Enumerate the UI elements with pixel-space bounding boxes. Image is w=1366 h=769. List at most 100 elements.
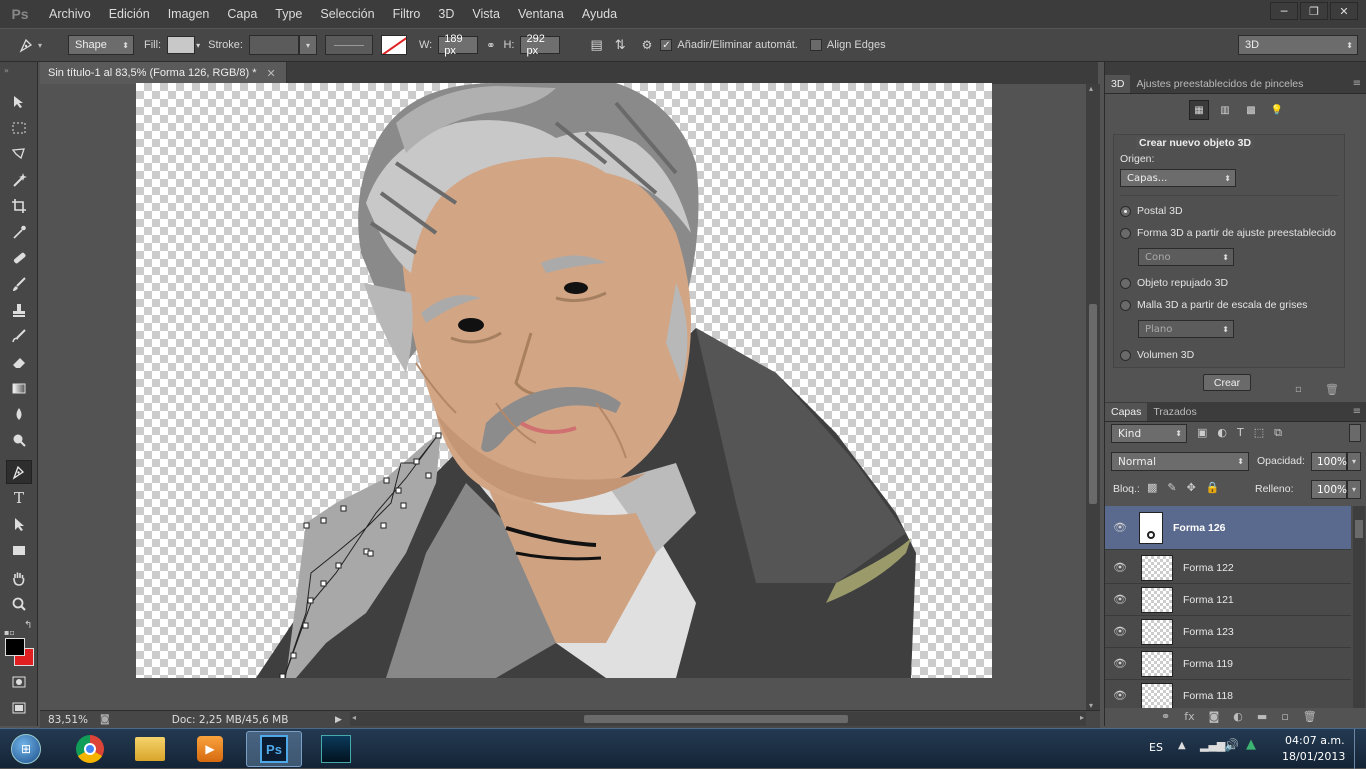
status-arrow-icon[interactable]: ▶ xyxy=(335,715,342,725)
image-filter-icon[interactable]: ▣ xyxy=(1197,426,1207,440)
visibility-eye-icon[interactable]: 👁 xyxy=(1105,689,1135,702)
pen-tool-icon[interactable] xyxy=(6,460,32,484)
volume-icon[interactable]: 🔊 xyxy=(1224,738,1239,752)
menu-filtro[interactable]: Filtro xyxy=(384,7,430,21)
scroll-up-icon[interactable]: ▴ xyxy=(1089,84,1093,93)
path-arrange-icon[interactable]: ⇅ xyxy=(615,37,626,53)
file-explorer-icon[interactable] xyxy=(122,731,178,767)
show-hidden-icons-icon[interactable]: ▲ xyxy=(1178,740,1186,751)
adjustment-filter-icon[interactable]: ◐ xyxy=(1217,426,1227,440)
menu-3d[interactable]: 3D xyxy=(429,7,463,21)
layer-row[interactable]: 👁 Forma 123 xyxy=(1105,616,1351,648)
menu-seleccion[interactable]: Selección xyxy=(311,7,383,21)
new-group-icon[interactable]: ▬ xyxy=(1257,710,1267,723)
horizontal-scroll-thumb[interactable] xyxy=(584,715,848,723)
clock-date[interactable]: 18/01/2013 xyxy=(1282,750,1345,763)
stroke-dropdown[interactable]: ▾ xyxy=(298,35,317,55)
scroll-left-icon[interactable]: ◂ xyxy=(352,713,356,722)
visibility-eye-icon[interactable]: 👁 xyxy=(1105,593,1135,606)
menu-edicion[interactable]: Edición xyxy=(100,7,159,21)
layers-scroll-thumb[interactable] xyxy=(1355,520,1363,538)
radio-button[interactable] xyxy=(1120,349,1131,361)
menu-archivo[interactable]: Archivo xyxy=(40,7,100,21)
visibility-eye-icon[interactable]: 👁 xyxy=(1105,561,1135,574)
adjustment-layer-icon[interactable]: ◐ xyxy=(1233,710,1243,723)
path-selection-tool-icon[interactable] xyxy=(6,512,32,536)
dodge-tool-icon[interactable] xyxy=(6,428,32,452)
vertical-scrollbar[interactable]: ▴ ▾ xyxy=(1086,84,1100,710)
link-icon[interactable]: ⚭ xyxy=(486,39,495,52)
radio-button[interactable] xyxy=(1120,227,1131,239)
layer-row[interactable]: 👁 Forma 126 xyxy=(1105,506,1351,550)
option-preset-shape[interactable]: Forma 3D a partir de ajuste preestableci… xyxy=(1120,227,1336,239)
clone-stamp-tool-icon[interactable] xyxy=(6,298,32,322)
lock-transparency-icon[interactable]: ▩ xyxy=(1147,481,1157,494)
move-tool-icon[interactable] xyxy=(6,90,32,114)
minimize-icon[interactable]: ─ xyxy=(1270,2,1298,20)
visibility-eye-icon[interactable]: 👁 xyxy=(1105,521,1135,534)
collapse-icon[interactable]: » xyxy=(4,66,9,75)
close-tab-icon[interactable]: ✕ xyxy=(266,67,275,80)
smart-object-filter-icon[interactable]: ⧉ xyxy=(1274,426,1282,440)
shape-filter-icon[interactable]: ⬚ xyxy=(1254,426,1264,440)
photoshop-taskbar-icon[interactable]: Ps xyxy=(246,731,302,767)
align-edges-checkbox[interactable] xyxy=(809,39,822,51)
material-icon[interactable]: ▩ xyxy=(1241,100,1261,120)
height-input[interactable]: 292 px xyxy=(520,33,561,57)
tool-mode-select[interactable]: Shape ⬍ xyxy=(68,35,134,55)
fill-swatch[interactable] xyxy=(167,36,196,54)
workspace-select[interactable]: 3D ⬍ xyxy=(1238,35,1358,55)
hand-tool-icon[interactable] xyxy=(6,566,32,590)
visibility-eye-icon[interactable]: 👁 xyxy=(1105,657,1135,670)
horizontal-scrollbar[interactable]: ◂ ▸ xyxy=(350,712,1086,726)
chrome-icon[interactable] xyxy=(62,731,118,767)
fill-dropdown[interactable]: ▾ xyxy=(1347,480,1361,499)
status-menu-icon[interactable]: ◙ xyxy=(100,714,110,725)
blend-mode-select[interactable]: Normal ⬍ xyxy=(1111,452,1249,471)
path-operations-icon[interactable]: ▤ xyxy=(590,37,602,53)
document-tab[interactable]: Sin título-1 al 83,5% (Forma 126, RGB/8)… xyxy=(40,62,287,84)
layer-row[interactable]: 👁 Forma 118 xyxy=(1105,680,1351,708)
scroll-down-icon[interactable]: ▾ xyxy=(1089,701,1093,710)
network-icon[interactable]: ▂▄▆ xyxy=(1200,739,1225,752)
option-postcard[interactable]: Postal 3D xyxy=(1120,205,1183,217)
lock-position-icon[interactable]: ✥ xyxy=(1187,481,1196,494)
gear-icon[interactable]: ⚙ xyxy=(642,38,653,52)
scroll-right-icon[interactable]: ▸ xyxy=(1080,713,1084,722)
no-stroke-swatch[interactable] xyxy=(380,35,407,55)
rectangle-tool-icon[interactable] xyxy=(6,538,32,562)
filter-toggle[interactable] xyxy=(1349,424,1361,442)
stroke-swatch[interactable] xyxy=(248,35,299,55)
scene-icon[interactable]: ▦ xyxy=(1189,100,1209,120)
fill-input[interactable]: 100% xyxy=(1311,480,1347,499)
menu-type[interactable]: Type xyxy=(266,7,311,21)
lock-all-icon[interactable]: 🔒 xyxy=(1206,481,1220,494)
visibility-eye-icon[interactable]: 👁 xyxy=(1105,625,1135,638)
radio-button[interactable] xyxy=(1120,277,1131,289)
foreground-color-swatch[interactable] xyxy=(5,638,25,656)
tab-layers[interactable]: Capas xyxy=(1105,403,1148,421)
document-canvas[interactable] xyxy=(136,83,992,678)
tab-paths[interactable]: Trazados xyxy=(1147,403,1202,421)
type-filter-icon[interactable]: T xyxy=(1237,426,1244,440)
tab-brush-presets[interactable]: Ajustes preestablecidos de pinceles xyxy=(1130,75,1309,93)
menu-vista[interactable]: Vista xyxy=(463,7,509,21)
layer-row[interactable]: 👁 Forma 122 xyxy=(1105,552,1351,584)
light-icon[interactable]: 💡 xyxy=(1267,100,1287,120)
layers-scrollbar[interactable] xyxy=(1353,506,1365,708)
vertical-scroll-thumb[interactable] xyxy=(1089,304,1097,504)
lock-pixels-icon[interactable]: ✎ xyxy=(1167,481,1176,494)
tab-3d[interactable]: 3D xyxy=(1105,75,1131,93)
media-player-icon[interactable]: ▶ xyxy=(182,731,238,767)
screen-mode-icon[interactable] xyxy=(6,696,32,720)
magic-wand-tool-icon[interactable] xyxy=(6,168,32,192)
option-grayscale-mesh[interactable]: Malla 3D a partir de escala de grises xyxy=(1120,299,1307,311)
google-drive-icon[interactable]: ▲ xyxy=(1246,737,1256,752)
clock-time[interactable]: 04:07 a.m. xyxy=(1285,734,1345,747)
lasso-tool-icon[interactable] xyxy=(6,142,32,166)
swap-colors-icon[interactable]: ↰ xyxy=(24,620,32,631)
preset-mesh-select[interactable]: Plano ⬍ xyxy=(1138,320,1234,338)
eraser-tool-icon[interactable] xyxy=(6,350,32,374)
quick-mask-icon[interactable] xyxy=(6,670,32,694)
brush-tool-icon[interactable] xyxy=(6,272,32,296)
